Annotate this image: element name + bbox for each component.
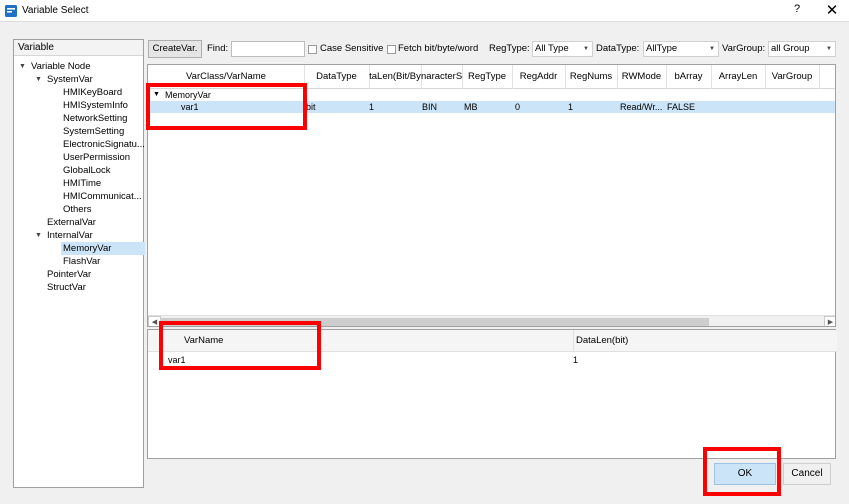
selected-variables-grid: VarName DataLen(bit) var1 1 [147, 329, 837, 459]
regtype-label: RegType: [489, 43, 530, 54]
scrollbar-thumb[interactable] [160, 318, 709, 326]
cell-datatype: bit [306, 102, 316, 112]
horizontal-scrollbar[interactable]: ◀ ▶ [148, 315, 835, 326]
create-var-button[interactable]: CreateVar. [148, 40, 202, 58]
case-sensitive-label: Case Sensitive [320, 43, 384, 54]
window-title: Variable Select [22, 5, 89, 16]
tree-node-systemsetting[interactable]: SystemSetting [63, 125, 124, 138]
tree-node-electronicsignature[interactable]: ElectronicSignatu... [63, 138, 145, 151]
group-row-memoryvar[interactable]: ▼ MemoryVar [148, 89, 835, 101]
tree-node-structvar[interactable]: StructVar [47, 281, 86, 294]
tree-node-flashvar[interactable]: FlashVar [63, 255, 100, 268]
tree-node-externalvar[interactable]: ExternalVar [47, 216, 96, 229]
datatype-dropdown[interactable]: AllType ▼ [643, 41, 719, 57]
close-button[interactable]: ✕ [822, 2, 842, 20]
selected-cell-varname[interactable]: var1 [168, 354, 186, 366]
datatype-value: AllType [646, 43, 678, 54]
cell-regaddr: 0 [515, 102, 521, 112]
cell-varname: var1 [181, 102, 199, 112]
help-button[interactable]: ? [788, 3, 806, 19]
group-label: MemoryVar [165, 90, 211, 100]
regtype-dropdown[interactable]: All Type ▼ [532, 41, 593, 57]
cell-datalen: 1 [369, 102, 375, 112]
regtype-value: All Type [535, 43, 569, 54]
expand-arrow-icon[interactable]: ▼ [35, 229, 42, 242]
title-bar: Variable Select ? ✕ [0, 0, 849, 22]
datatype-label: DataType: [596, 43, 640, 54]
variable-grid: VarClass/VarName DataType taLen(Bit/By n… [147, 64, 836, 327]
tree-node-variable-node[interactable]: Variable Node [31, 60, 91, 73]
vargroup-dropdown[interactable]: all Group ▼ [768, 41, 836, 57]
column-header-datalen[interactable]: DataLen(bit) [573, 330, 628, 352]
tree-node-others[interactable]: Others [63, 203, 92, 216]
tree-node-pointervar[interactable]: PointerVar [47, 268, 91, 281]
tree-node-internalvar[interactable]: InternalVar [47, 229, 93, 242]
scroll-right-icon[interactable]: ▶ [824, 316, 835, 326]
column-header-barray[interactable]: bArray [666, 65, 712, 89]
column-header-regtype[interactable]: RegType [462, 65, 513, 89]
vargroup-value: all Group [771, 43, 810, 54]
column-header-vargroup[interactable]: VarGroup [765, 65, 820, 89]
collapse-arrow-icon[interactable]: ▼ [153, 89, 160, 101]
find-label: Find: [207, 43, 229, 54]
column-header-datalen[interactable]: taLen(Bit/By [369, 65, 422, 89]
find-input[interactable] [231, 41, 305, 57]
fetch-bit-checkbox[interactable] [387, 45, 396, 54]
fetch-bit-label: Fetch bit/byte/word [398, 43, 479, 54]
cell-rwmode: Read/Wr... [620, 102, 663, 112]
chevron-down-icon: ▼ [709, 46, 715, 52]
case-sensitive-checkbox[interactable] [308, 45, 317, 54]
column-header-charactersize[interactable]: naracterS [421, 65, 463, 89]
tree-node-globallock[interactable]: GlobalLock [63, 164, 111, 177]
tree-node-hmicommunication[interactable]: HMICommunicat... [63, 190, 142, 203]
tree-node-hmikeyboard[interactable]: HMIKeyBoard [63, 86, 122, 99]
selected-grid-header: VarName DataLen(bit) [148, 330, 837, 352]
cell-barray: FALSE [667, 102, 696, 112]
cancel-button[interactable]: Cancel [783, 463, 831, 485]
column-header-regaddr[interactable]: RegAddr [512, 65, 566, 89]
column-header-regnums[interactable]: RegNums [565, 65, 618, 89]
app-icon [5, 5, 17, 17]
ok-button[interactable]: OK [714, 463, 776, 485]
chevron-down-icon: ▼ [583, 46, 589, 52]
cell-regnums: 1 [568, 102, 574, 112]
column-header-arraylen[interactable]: ArrayLen [711, 65, 766, 89]
tree-node-systemvar[interactable]: SystemVar [47, 73, 93, 86]
column-header-rwmode[interactable]: RWMode [617, 65, 667, 89]
selected-cell-datalen: 1 [573, 355, 579, 365]
expand-arrow-icon[interactable]: ▼ [35, 73, 42, 86]
chevron-down-icon: ▼ [826, 46, 832, 52]
column-header-varname[interactable]: VarName [184, 330, 223, 352]
tree-node-hmitime[interactable]: HMITime [63, 177, 101, 190]
variable-tree-panel: Variable ▼ Variable Node ▼ SystemVar HMI… [13, 39, 145, 488]
tree-header: Variable [14, 40, 143, 56]
table-row[interactable]: var1 bit 1 BIN MB 0 1 Read/Wr... FALSE [148, 101, 835, 113]
column-header-varname[interactable]: VarClass/VarName [148, 65, 305, 89]
tree-node-memoryvar[interactable]: MemoryVar [61, 242, 145, 255]
cell-character: BIN [422, 102, 438, 112]
column-header-datatype[interactable]: DataType [304, 65, 370, 89]
cell-regtype: MB [464, 102, 478, 112]
tree-node-hmisysteminfo[interactable]: HMISystemInfo [63, 99, 128, 112]
vargroup-label: VarGroup: [722, 43, 766, 54]
expand-arrow-icon[interactable]: ▼ [19, 60, 26, 73]
tree-node-networksetting[interactable]: NetworkSetting [63, 112, 127, 125]
tree-node-userpermission[interactable]: UserPermission [63, 151, 130, 164]
grid-header: VarClass/VarName DataType taLen(Bit/By n… [148, 65, 835, 89]
